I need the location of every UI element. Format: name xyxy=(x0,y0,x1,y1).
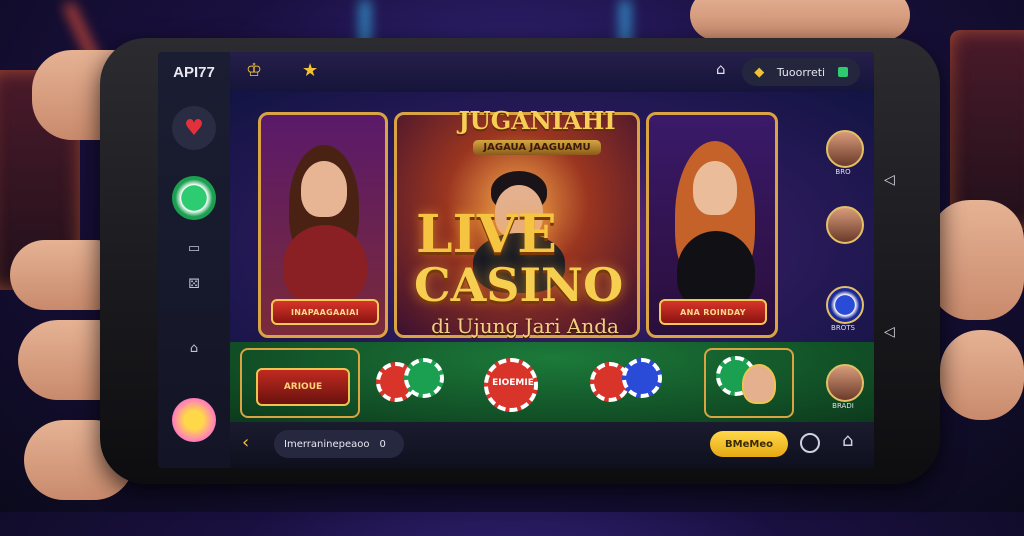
hand-right-finger xyxy=(930,200,1024,320)
avatar[interactable] xyxy=(826,130,864,168)
back-nav-icon[interactable]: ◁ xyxy=(884,172,895,188)
chat-icon: ◆ xyxy=(754,64,765,80)
hero-banner[interactable]: INAPAAGAAIAI ANA ROINDAY JUGANIAHI JAGAU… xyxy=(230,92,874,342)
avatar[interactable] xyxy=(826,364,864,402)
banner-text: INAPAAGAAIAI xyxy=(290,307,360,317)
game-badge-label: ARIOUE xyxy=(283,382,323,392)
chip-label: EIOEMIE xyxy=(492,378,534,388)
dealer-card-right[interactable]: ANA ROINDAY xyxy=(646,112,778,338)
dealer-dress xyxy=(283,225,367,305)
casino-heading: CASINO xyxy=(414,258,624,312)
stage-title-group: JUGANIAHI JAGAUA JAAGUAMU xyxy=(412,106,662,155)
dealer-card-left[interactable]: INAPAAGAAIAI xyxy=(258,112,388,338)
tagline: di Ujung Jari Anda xyxy=(431,314,619,338)
avatar[interactable] xyxy=(826,286,864,324)
card-icon[interactable]: ▭ xyxy=(182,238,206,258)
banner-text: ANA ROINDAY xyxy=(680,307,746,317)
avatar-label: BROTS xyxy=(831,324,855,332)
hand-right-finger xyxy=(940,330,1024,420)
back-nav-icon[interactable]: ◁ xyxy=(884,324,895,340)
left-sidebar: API77 ♥ ▭ ⚄ ⌂ xyxy=(158,52,230,468)
crown-icon[interactable]: ♔ xyxy=(246,60,262,81)
game-tile-baccarat[interactable] xyxy=(704,348,794,418)
heart-icon[interactable]: ♥ xyxy=(172,106,216,150)
game-tile-poker[interactable]: EIOEMIE xyxy=(470,348,560,418)
search-field[interactable]: Imerraninepeaoo 0 xyxy=(274,430,404,458)
search-count: 0 xyxy=(379,438,386,450)
stage-title: JUGANIAHI xyxy=(458,106,616,135)
stage-subtitle: JAGAUA JAAGUAMU xyxy=(473,140,601,155)
dice-icon[interactable]: ⚄ xyxy=(182,274,206,294)
status-dot-icon xyxy=(837,67,848,77)
search-text: Imerraninepeaoo xyxy=(284,438,370,450)
back-icon[interactable]: ‹ xyxy=(242,432,249,453)
dealer-name-banner: ANA ROINDAY xyxy=(659,299,767,325)
brand-logo: API77 xyxy=(173,63,215,81)
hand-right-thumb xyxy=(690,0,910,40)
right-sidebar: BRO BROTS BRADI ◁ ◁ xyxy=(820,120,895,536)
game-badge: ARIOUE xyxy=(256,368,350,406)
app-screen: API77 ♥ ▭ ⚄ ⌂ ♔ ★ ⌂ ◆ Tuoorreti INAPAAGA… xyxy=(158,52,874,468)
balance-pill[interactable]: ◆ Tuoorreti xyxy=(742,58,860,86)
avatar-label: BRADI xyxy=(832,402,854,410)
game-tile-blackjack[interactable] xyxy=(580,348,680,418)
gift-icon[interactable]: ⌂ xyxy=(716,60,726,78)
chip-icon[interactable] xyxy=(172,176,216,220)
game-tile-roulette[interactable]: ARIOUE xyxy=(240,348,360,418)
primary-action-button[interactable]: BMeMeo xyxy=(710,431,788,457)
avatar-label: BRO xyxy=(835,168,851,176)
dealer-face xyxy=(742,364,776,404)
home-icon[interactable]: ⌂ xyxy=(182,338,206,358)
dealer-name-banner: INAPAAGAAIAI xyxy=(271,299,379,325)
profile-icon[interactable] xyxy=(172,398,216,442)
bottom-bar: ‹ Imerraninepeaoo 0 BMeMeo ⌂ xyxy=(230,422,874,468)
dealer-face xyxy=(693,161,737,215)
game-strip: ARIOUE EIOEMIE xyxy=(230,342,874,422)
avatar[interactable] xyxy=(826,206,864,244)
balance-label: Tuoorreti xyxy=(776,65,826,79)
clock-icon[interactable] xyxy=(800,433,820,453)
game-tile-chips[interactable] xyxy=(370,348,460,418)
chip-icon xyxy=(622,358,662,398)
chip-icon xyxy=(404,358,444,398)
dealer-face xyxy=(301,161,347,217)
live-heading: LIVE xyxy=(416,204,557,265)
star-icon[interactable]: ★ xyxy=(302,60,318,81)
brand-area: API77 xyxy=(158,52,230,92)
top-bar: ♔ ★ ⌂ ◆ Tuoorreti xyxy=(230,52,874,92)
